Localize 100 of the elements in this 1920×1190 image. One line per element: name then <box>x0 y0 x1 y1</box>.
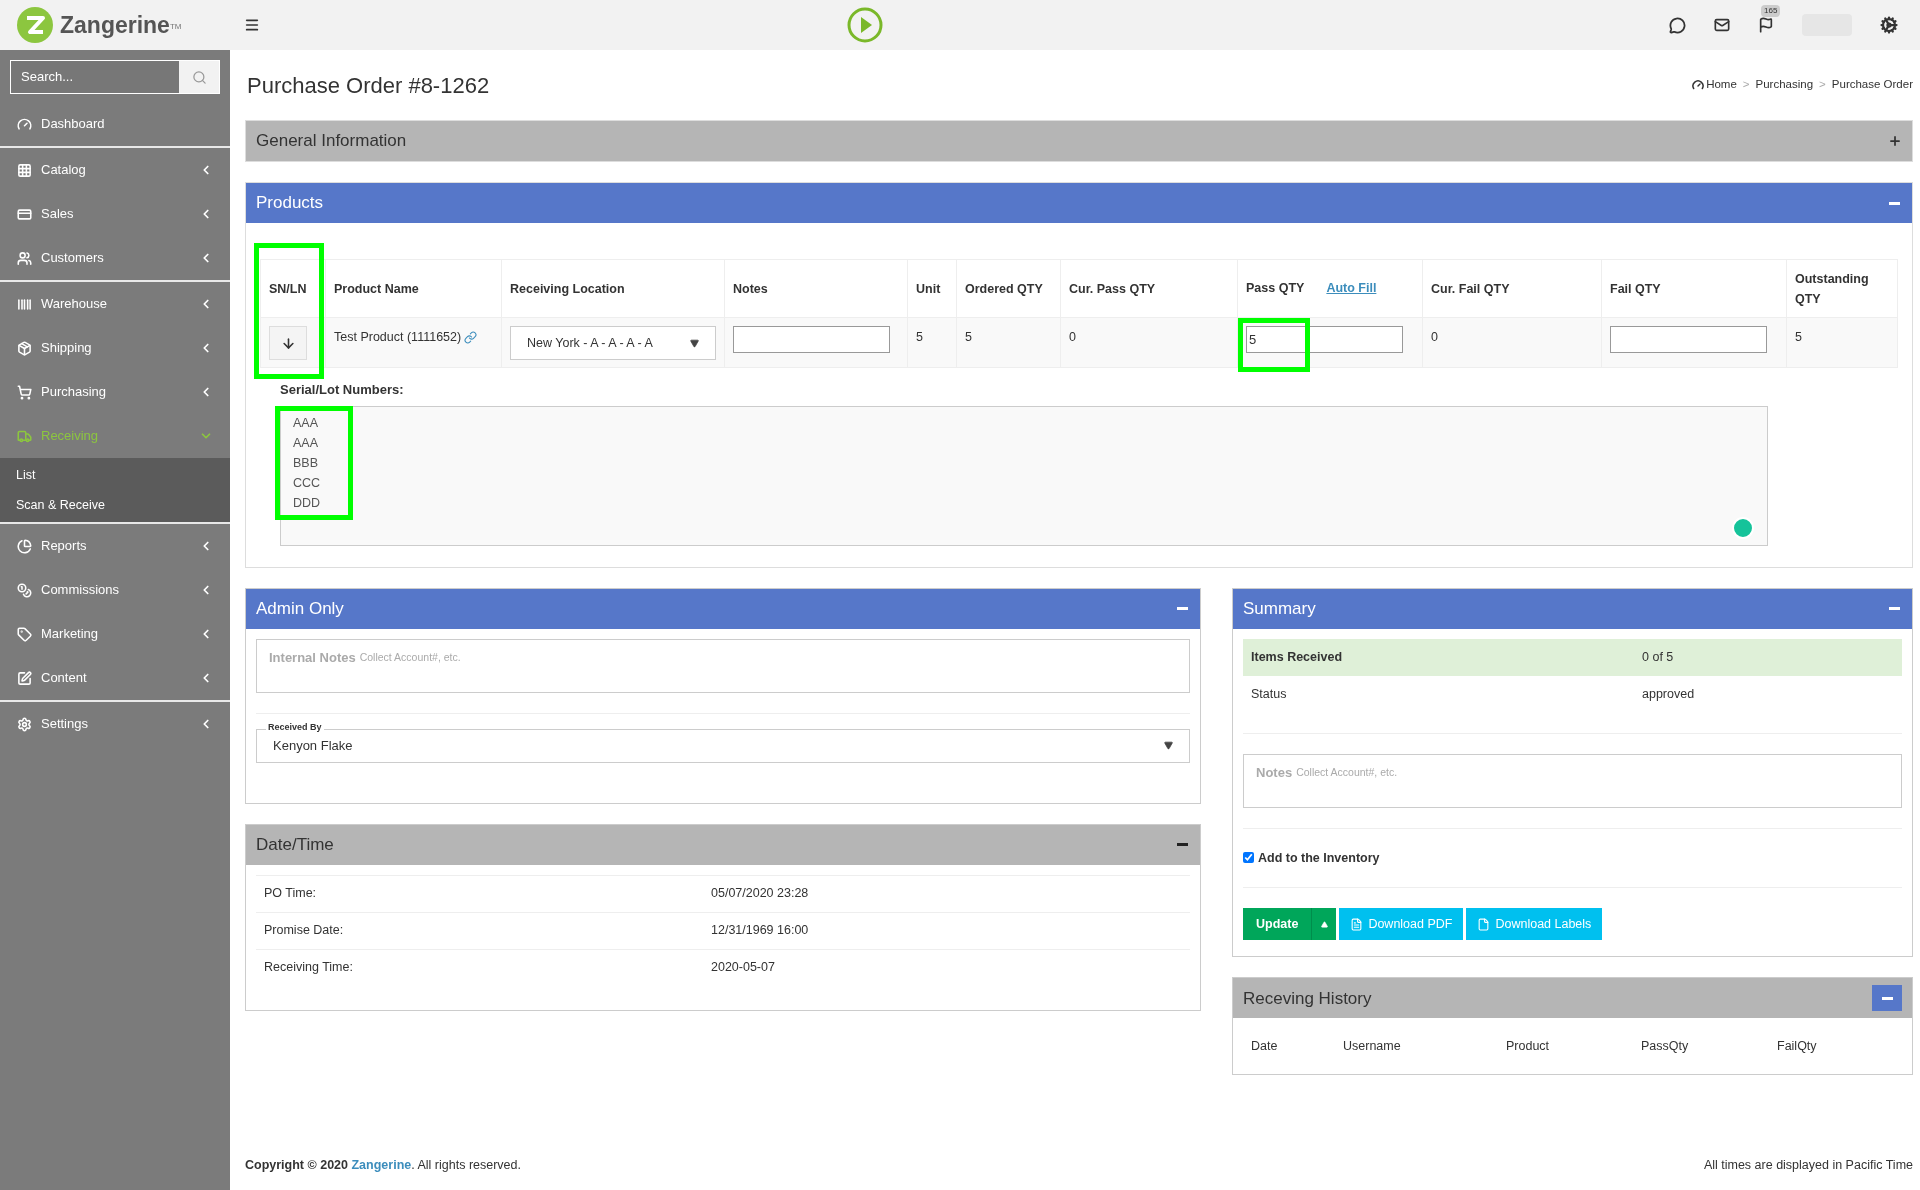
column-header: Pass QTY <box>1246 280 1305 298</box>
field-label: Notes <box>1256 763 1293 782</box>
column-header: Ordered QTY <box>965 281 1043 296</box>
expand-icon[interactable] <box>1888 134 1902 148</box>
notification-badge: 165 <box>1761 5 1781 17</box>
field-label: Receiving Time: <box>264 959 354 977</box>
search-icon <box>191 69 207 85</box>
column-header: PassQty <box>1641 1037 1690 1055</box>
column-header: Product <box>1506 1037 1551 1055</box>
copyright-text: Copyright © 2020 Zangerine. All rights reserved. <box>245 1156 521 1174</box>
play-icon[interactable] <box>846 7 883 43</box>
field-label: Serial/Lot Numbers: <box>280 381 405 399</box>
location-select[interactable]: New York - A - A - A - A <box>510 326 716 360</box>
collapse-icon[interactable] <box>1889 201 1900 205</box>
collapse-button[interactable] <box>1872 985 1902 1012</box>
panel-title: Receving History <box>1243 987 1372 1010</box>
menu-icon <box>17 116 32 132</box>
sidebar-item[interactable]: Purchasing <box>0 370 230 414</box>
column-header: Cur. Fail QTY <box>1431 281 1510 296</box>
inventory-checkbox[interactable] <box>1243 852 1254 864</box>
pass-qty-input[interactable]: 5 <box>1246 326 1403 353</box>
menu-icon <box>17 538 32 554</box>
panel-title: General Information <box>256 130 407 153</box>
column-header: Notes <box>733 281 768 296</box>
update-button[interactable]: Update <box>1243 908 1312 941</box>
chat-icon[interactable] <box>1669 16 1686 34</box>
highlight-frame <box>1238 318 1310 372</box>
notes-box[interactable]: Notes Collect Account#, etc. <box>1243 753 1902 808</box>
column-header: Receiving Location <box>510 281 625 296</box>
brand-name: Zangerine <box>60 10 170 40</box>
sidebar-item[interactable]: Sales <box>0 192 230 236</box>
sidebar-item[interactable]: Commissions <box>0 568 230 612</box>
minus-icon <box>1881 996 1893 1000</box>
notes-box[interactable]: Internal Notes Collect Account#, etc. <box>256 638 1190 693</box>
sidebar-item[interactable]: Shipping <box>0 326 230 370</box>
settings-icon[interactable] <box>1880 16 1898 34</box>
mail-icon[interactable] <box>1714 17 1730 33</box>
dropdown-arrow-icon <box>690 338 699 348</box>
menu-icon <box>17 582 32 598</box>
document-icon <box>1477 917 1491 931</box>
menu-icon <box>17 162 32 178</box>
menu-icon <box>17 340 32 356</box>
column-header: Unit <box>916 281 941 296</box>
menu-icon[interactable] <box>244 17 260 33</box>
product-name: Test Product (1111652) <box>334 329 462 346</box>
column-header: Product Name <box>334 281 419 296</box>
expand-serials-button[interactable] <box>269 326 307 360</box>
sidebar-item[interactable]: Content <box>0 656 230 700</box>
timezone-note: All times are displayed in Pacific Time <box>1703 1156 1913 1174</box>
panel-title: Date/Time <box>256 833 334 856</box>
serial-numbers-field[interactable]: AAA AAA BBB CCC DDD <box>280 405 1768 546</box>
menu-icon <box>17 296 32 312</box>
sidebar-item[interactable]: Catalog <box>0 148 230 192</box>
logo-icon <box>16 6 54 44</box>
submenu-item[interactable]: Scan & Receive <box>0 490 230 520</box>
column-header: FailQty <box>1777 1037 1818 1055</box>
column-header: Cur. Pass QTY <box>1069 281 1156 296</box>
search-field[interactable]: Search... <box>10 60 220 94</box>
breadcrumb-separator: > <box>1819 77 1826 93</box>
menu-icon <box>17 384 32 400</box>
field-value: 05/07/2020 23:28 <box>711 885 809 903</box>
field-label: Received By <box>266 720 324 734</box>
breadcrumb-link[interactable]: Purchase Order <box>1831 76 1913 94</box>
document-icon <box>1350 917 1364 931</box>
breadcrumb-separator: > <box>1742 77 1750 93</box>
field-value: 12/31/1969 16:00 <box>711 922 809 940</box>
trademark: TM <box>169 22 182 31</box>
flag-icon[interactable] <box>1758 17 1774 33</box>
link-icon[interactable] <box>464 330 478 344</box>
panel-title: Products <box>256 192 324 215</box>
sidebar-item[interactable]: Settings <box>0 702 230 746</box>
menu-icon <box>17 670 32 686</box>
arrow-down-icon <box>280 335 296 351</box>
table-cell: 5 <box>1795 330 1802 344</box>
submenu-item[interactable]: List <box>0 460 230 490</box>
column-header: Date <box>1251 1037 1279 1055</box>
sidebar-item[interactable]: Reports <box>0 524 230 568</box>
fail-qty-input[interactable] <box>1610 326 1767 353</box>
sidebar-item[interactable]: Customers <box>0 236 230 280</box>
notes-input[interactable]: Collect Account#, etc. <box>359 649 1177 666</box>
dashboard-icon <box>1692 79 1705 91</box>
dropdown-toggle-button[interactable] <box>1311 908 1337 941</box>
field-label: Internal Notes <box>269 648 356 667</box>
summary-row: Items Received 0 of 5 <box>1243 638 1902 676</box>
sidebar-item[interactable]: Warehouse <box>0 282 230 326</box>
sidebar-item[interactable]: Dashboard <box>0 102 230 146</box>
panel-title: Admin Only <box>256 597 344 620</box>
table-cell: 5 <box>965 330 972 344</box>
column-header: Outstanding QTY <box>1795 271 1869 306</box>
breadcrumb-link[interactable]: Purchasing <box>1755 76 1814 94</box>
checkbox-label: Add to the Inventory <box>1258 849 1380 867</box>
download-button[interactable]: Download Labels <box>1466 908 1603 941</box>
dropdown-arrow-icon <box>1164 741 1173 750</box>
auto-fill-link[interactable]: Auto Fill <box>1326 279 1377 298</box>
download-button[interactable]: Download PDF <box>1339 908 1464 941</box>
sidebar-item[interactable]: Marketing <box>0 612 230 656</box>
breadcrumb-link[interactable]: Home <box>1706 76 1737 94</box>
notes-input[interactable] <box>733 326 890 353</box>
notes-input[interactable]: Collect Account#, etc. <box>1296 764 1889 781</box>
field-label: Promise Date: <box>264 922 345 940</box>
